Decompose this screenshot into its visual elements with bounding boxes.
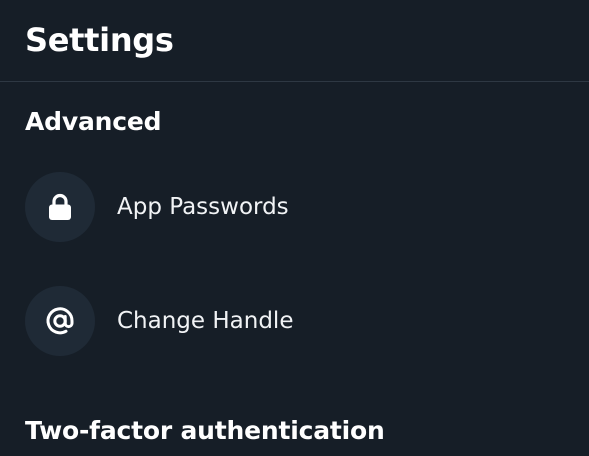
app-passwords-icon-container	[25, 172, 95, 242]
at-sign-icon	[45, 306, 75, 336]
page-title: Settings	[25, 21, 174, 59]
settings-header: Settings	[0, 0, 589, 82]
section-heading-two-factor: Two-factor authentication	[25, 416, 385, 445]
change-handle-label: Change Handle	[117, 308, 294, 334]
app-passwords-label: App Passwords	[117, 194, 289, 220]
lock-icon	[47, 193, 73, 221]
section-heading-advanced: Advanced	[25, 107, 162, 136]
app-passwords-button[interactable]: App Passwords	[0, 162, 589, 252]
change-handle-icon-container	[25, 286, 95, 356]
change-handle-button[interactable]: Change Handle	[0, 276, 589, 366]
